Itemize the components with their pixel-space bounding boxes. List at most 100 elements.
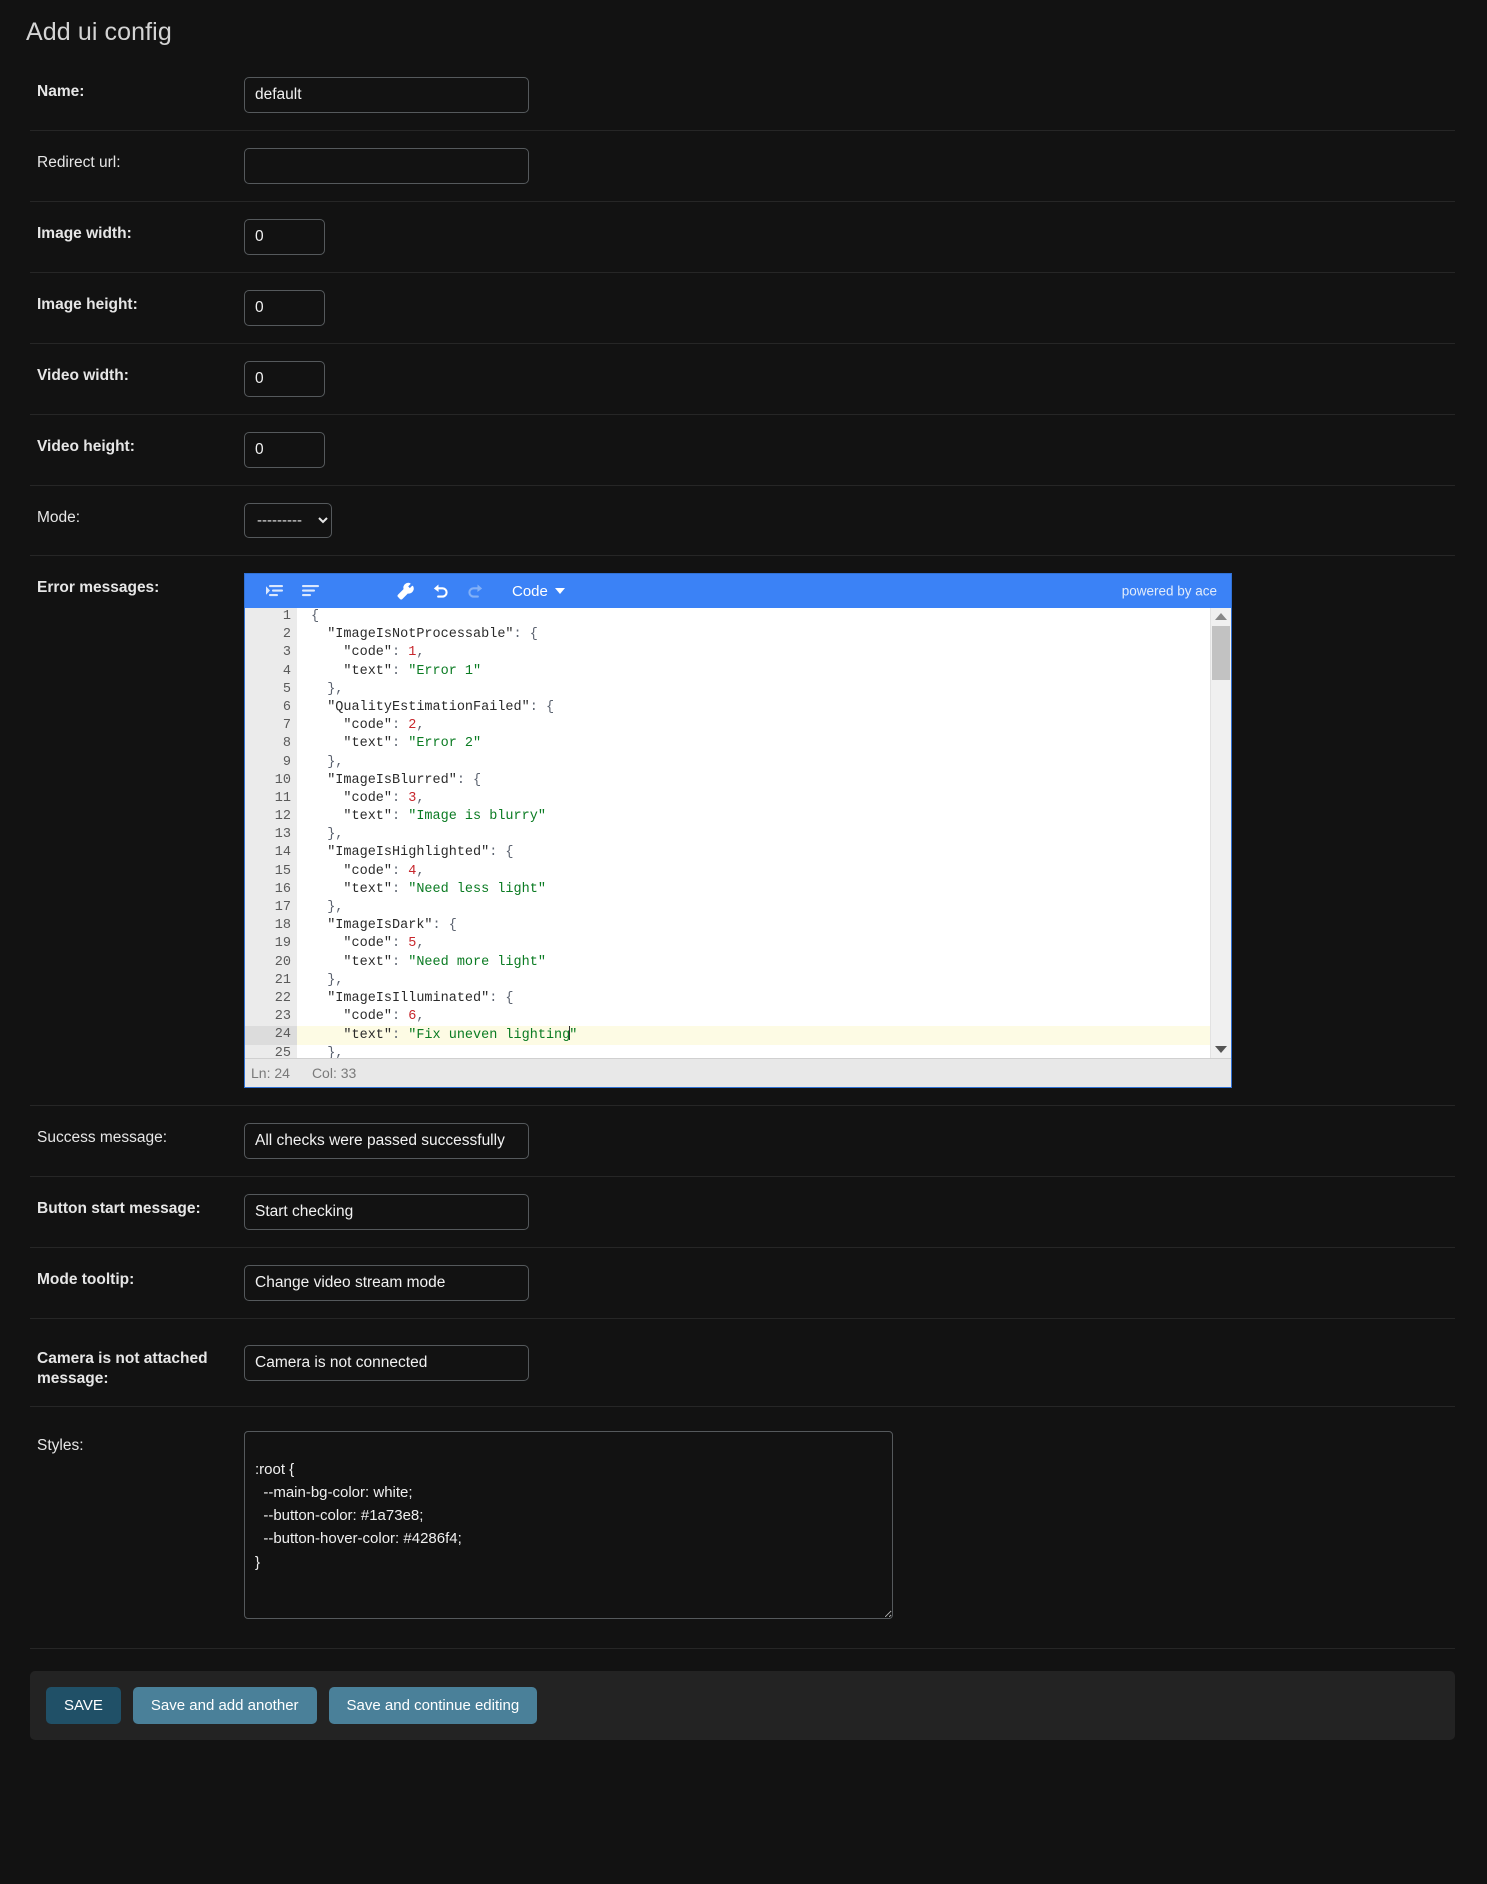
gutter-line[interactable]: 21 xyxy=(245,972,297,990)
align-left-icon[interactable] xyxy=(294,578,326,604)
redirect-url-input[interactable] xyxy=(244,148,529,184)
gutter-line[interactable]: 22 xyxy=(245,990,306,1008)
gutter-line[interactable]: 15 xyxy=(245,863,297,881)
code-line[interactable]: "ImageIsBlurred": { xyxy=(297,772,1211,790)
code-token: , xyxy=(416,718,425,734)
json-editor-body[interactable]: 1 2 3 4 5 6 7 8 9 10 11 12 13 14 15 16 17 18 19 20 21 22 23 24 2… xyxy=(245,608,1231,1058)
label-image-width: Image width: xyxy=(37,225,132,242)
styles-textarea[interactable]: :root { --main-bg-color: white; --button… xyxy=(244,1430,893,1619)
gutter-line[interactable]: 13 xyxy=(245,826,297,844)
name-input[interactable] xyxy=(244,77,529,113)
code-line[interactable]: "code": 1, xyxy=(297,644,1211,662)
form-row-mode-tooltip: Mode tooltip: xyxy=(30,1248,1455,1319)
code-line[interactable]: "code": 5, xyxy=(297,935,1211,953)
code-line[interactable]: "QualityEstimationFailed": { xyxy=(297,699,1211,717)
editor-vertical-scrollbar[interactable] xyxy=(1210,608,1231,1058)
gutter-line[interactable]: 8 xyxy=(245,735,297,753)
video-width-input[interactable] xyxy=(244,361,325,397)
code-token: "ImageIsNotProcessable" xyxy=(311,627,514,643)
code-line[interactable]: }, xyxy=(297,1045,1211,1059)
code-token: "Error 2" xyxy=(408,736,482,752)
code-line[interactable]: "text": "Need less light" xyxy=(297,881,1211,899)
button-start-message-input[interactable] xyxy=(244,1194,529,1230)
camera-not-attached-message-input[interactable] xyxy=(244,1345,529,1381)
code-line[interactable]: "ImageIsDark": { xyxy=(297,917,1211,935)
code-token: "text" xyxy=(311,954,393,970)
gutter-line[interactable]: 25 xyxy=(245,1045,297,1059)
code-line[interactable]: }, xyxy=(297,754,1211,772)
gutter-line[interactable]: 20 xyxy=(245,954,297,972)
scroll-up-icon[interactable] xyxy=(1215,613,1227,620)
video-height-input[interactable] xyxy=(244,432,325,468)
indent-lines-icon[interactable] xyxy=(259,578,291,604)
code-line[interactable]: "ImageIsNotProcessable": { xyxy=(297,626,1211,644)
code-line[interactable]: "text": "Image is blurry" xyxy=(297,808,1211,826)
code-line[interactable]: }, xyxy=(297,681,1211,699)
gutter-line[interactable]: 17 xyxy=(245,899,297,917)
save-and-continue-editing-button[interactable]: Save and continue editing xyxy=(328,1686,538,1724)
code-line[interactable]: "text": "Fix uneven lighting" xyxy=(297,1026,1211,1045)
gutter-line[interactable]: 5 xyxy=(245,681,297,699)
success-message-input[interactable] xyxy=(244,1123,529,1159)
code-token: "ImageIsDark" xyxy=(311,918,433,934)
field-mode-control: --------- xyxy=(244,503,1455,538)
form-row-button-start-message: Button start message: xyxy=(30,1177,1455,1248)
gutter-line[interactable]: 12 xyxy=(245,808,297,826)
editor-code-area[interactable]: { "ImageIsNotProcessable": { "code": 1, … xyxy=(297,608,1211,1058)
code-token: "text" xyxy=(311,1028,393,1044)
gutter-line[interactable]: 19 xyxy=(245,935,297,953)
json-editor[interactable]: Code powered by ace 1 2 3 4 5 6 7 8 9 10 11 12 13 14 1… xyxy=(244,573,1232,1088)
gutter-line[interactable]: 9 xyxy=(245,754,297,772)
gutter-line[interactable]: 18 xyxy=(245,917,306,935)
code-token: "Need less light" xyxy=(408,881,546,897)
code-line[interactable]: "ImageIsIlluminated": { xyxy=(297,990,1211,1008)
gutter-line[interactable]: 23 xyxy=(245,1008,297,1026)
field-error-messages-control: Code powered by ace 1 2 3 4 5 6 7 8 9 10 11 12 13 14 1… xyxy=(244,573,1455,1088)
gutter-line[interactable]: 24 xyxy=(245,1026,297,1045)
image-width-input[interactable] xyxy=(244,219,325,255)
code-line[interactable]: "text": "Error 2" xyxy=(297,735,1211,753)
save-button[interactable]: SAVE xyxy=(46,1686,121,1724)
code-line[interactable]: "code": 4, xyxy=(297,863,1211,881)
scroll-down-icon[interactable] xyxy=(1215,1046,1227,1053)
gutter-line[interactable]: 14 xyxy=(245,844,306,862)
code-token: { xyxy=(311,609,320,624)
gutter-line[interactable]: 3 xyxy=(245,644,297,662)
code-token: , xyxy=(416,1009,425,1025)
mode-select[interactable]: --------- xyxy=(244,503,332,538)
code-line[interactable]: "text": "Error 1" xyxy=(297,663,1211,681)
form-row-success-message: Success message: xyxy=(30,1106,1455,1177)
code-line[interactable]: "code": 3, xyxy=(297,790,1211,808)
gutter-line[interactable]: 6 xyxy=(245,699,306,717)
code-token: }, xyxy=(311,900,344,915)
gutter-line[interactable]: 7 xyxy=(245,717,297,735)
mode-tooltip-input[interactable] xyxy=(244,1265,529,1301)
redo-icon[interactable] xyxy=(459,578,491,604)
gutter-line[interactable]: 10 xyxy=(245,772,306,790)
code-line[interactable]: "ImageIsHighlighted": { xyxy=(297,844,1211,862)
gutter-line[interactable]: 16 xyxy=(245,881,297,899)
code-line[interactable]: "code": 2, xyxy=(297,717,1211,735)
code-token: : xyxy=(392,936,409,952)
gutter-line[interactable]: 11 xyxy=(245,790,297,808)
code-line[interactable]: }, xyxy=(297,972,1211,990)
editor-mode-dropdown[interactable]: Code xyxy=(512,583,565,600)
code-line[interactable]: "code": 6, xyxy=(297,1008,1211,1026)
code-line[interactable]: "text": "Need more light" xyxy=(297,954,1211,972)
code-line[interactable]: { xyxy=(297,608,1211,626)
gutter-line[interactable]: 2 xyxy=(245,626,306,644)
field-redirect-url-control xyxy=(244,148,1455,184)
form-row-name: Name: xyxy=(30,61,1455,131)
code-token: , xyxy=(416,790,425,806)
undo-icon[interactable] xyxy=(424,578,456,604)
code-line[interactable]: }, xyxy=(297,899,1211,917)
gutter-line[interactable]: 4 xyxy=(245,663,297,681)
code-line[interactable]: }, xyxy=(297,826,1211,844)
form-row-mode: Mode: --------- xyxy=(30,486,1455,556)
wrench-icon[interactable] xyxy=(389,578,421,604)
gutter-line[interactable]: 1 xyxy=(245,608,306,626)
image-height-input[interactable] xyxy=(244,290,325,326)
save-and-add-another-button[interactable]: Save and add another xyxy=(132,1686,317,1724)
scrollbar-thumb[interactable] xyxy=(1212,626,1230,680)
code-token: "ImageIsBlurred" xyxy=(311,772,457,788)
